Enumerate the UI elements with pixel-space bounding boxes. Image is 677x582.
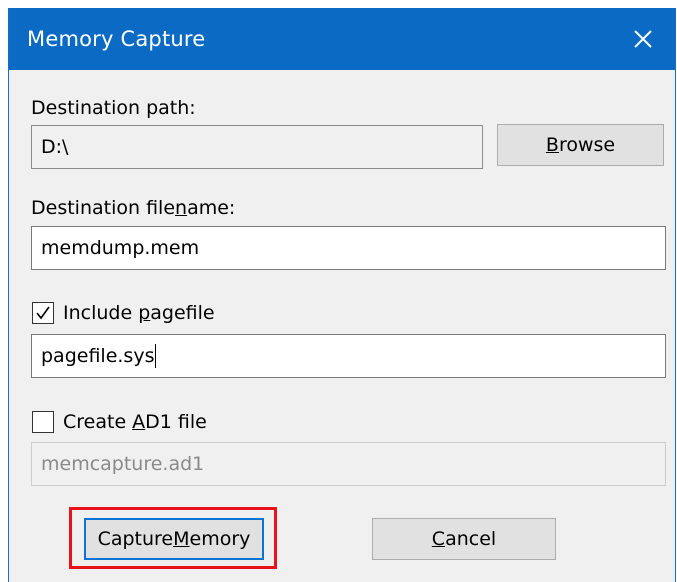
include-pagefile-checkbox[interactable] <box>32 302 54 324</box>
include-pagefile-label-pre: Include <box>63 302 139 324</box>
checkmark-icon <box>36 306 50 320</box>
destination-path-field[interactable]: D:\ <box>31 125 483 169</box>
destination-filename-value: memdump.mem <box>41 237 200 259</box>
pagefile-name-value: pagefile.sys <box>41 345 155 367</box>
destination-filename-label-accesskey: n <box>175 197 188 219</box>
create-ad1-label-accesskey: A <box>132 411 146 433</box>
create-ad1-checkbox[interactable] <box>32 411 54 433</box>
destination-filename-label: Destination filename: <box>31 197 235 219</box>
include-pagefile-label-post: agefile <box>150 302 215 324</box>
browse-label-accesskey: B <box>545 134 559 156</box>
cancel-button[interactable]: Cancel <box>372 518 556 560</box>
create-ad1-label-post: D1 file <box>145 411 207 433</box>
close-icon <box>634 30 652 48</box>
window-title: Memory Capture <box>27 27 206 51</box>
include-pagefile-label-accesskey: p <box>138 302 151 324</box>
destination-filename-input[interactable]: memdump.mem <box>31 226 666 270</box>
capture-memory-label-accesskey: M <box>173 528 190 550</box>
destination-path-value: D:\ <box>41 136 69 158</box>
destination-filename-label-post: ame: <box>187 197 236 219</box>
create-ad1-label[interactable]: Create AD1 file <box>63 411 207 433</box>
destination-path-label-text: Destination path: <box>31 97 196 119</box>
cancel-label-post: ancel <box>445 528 497 550</box>
pagefile-name-input[interactable]: pagefile.sys <box>31 334 666 378</box>
destination-path-label: Destination path: <box>31 97 196 119</box>
ad1-filename-input: memcapture.ad1 <box>31 442 666 486</box>
include-pagefile-label[interactable]: Include pagefile <box>63 302 215 324</box>
memory-capture-dialog: Memory Capture Destination path: D:\ Bro… <box>8 8 676 582</box>
close-button[interactable] <box>615 8 671 70</box>
browse-button[interactable]: Browse <box>497 124 664 166</box>
capture-memory-label-post: emory <box>189 528 251 550</box>
ad1-filename-placeholder: memcapture.ad1 <box>41 453 205 475</box>
title-bar: Memory Capture <box>9 8 675 70</box>
capture-memory-button[interactable]: Capture Memory <box>84 518 264 560</box>
create-ad1-label-pre: Create <box>63 411 133 433</box>
text-cursor <box>155 344 157 368</box>
capture-memory-label-pre: Capture <box>97 528 174 550</box>
cancel-label-accesskey: C <box>431 528 446 550</box>
browse-label-post: rowse <box>558 134 616 156</box>
destination-filename-label-pre: Destination file <box>31 197 176 219</box>
